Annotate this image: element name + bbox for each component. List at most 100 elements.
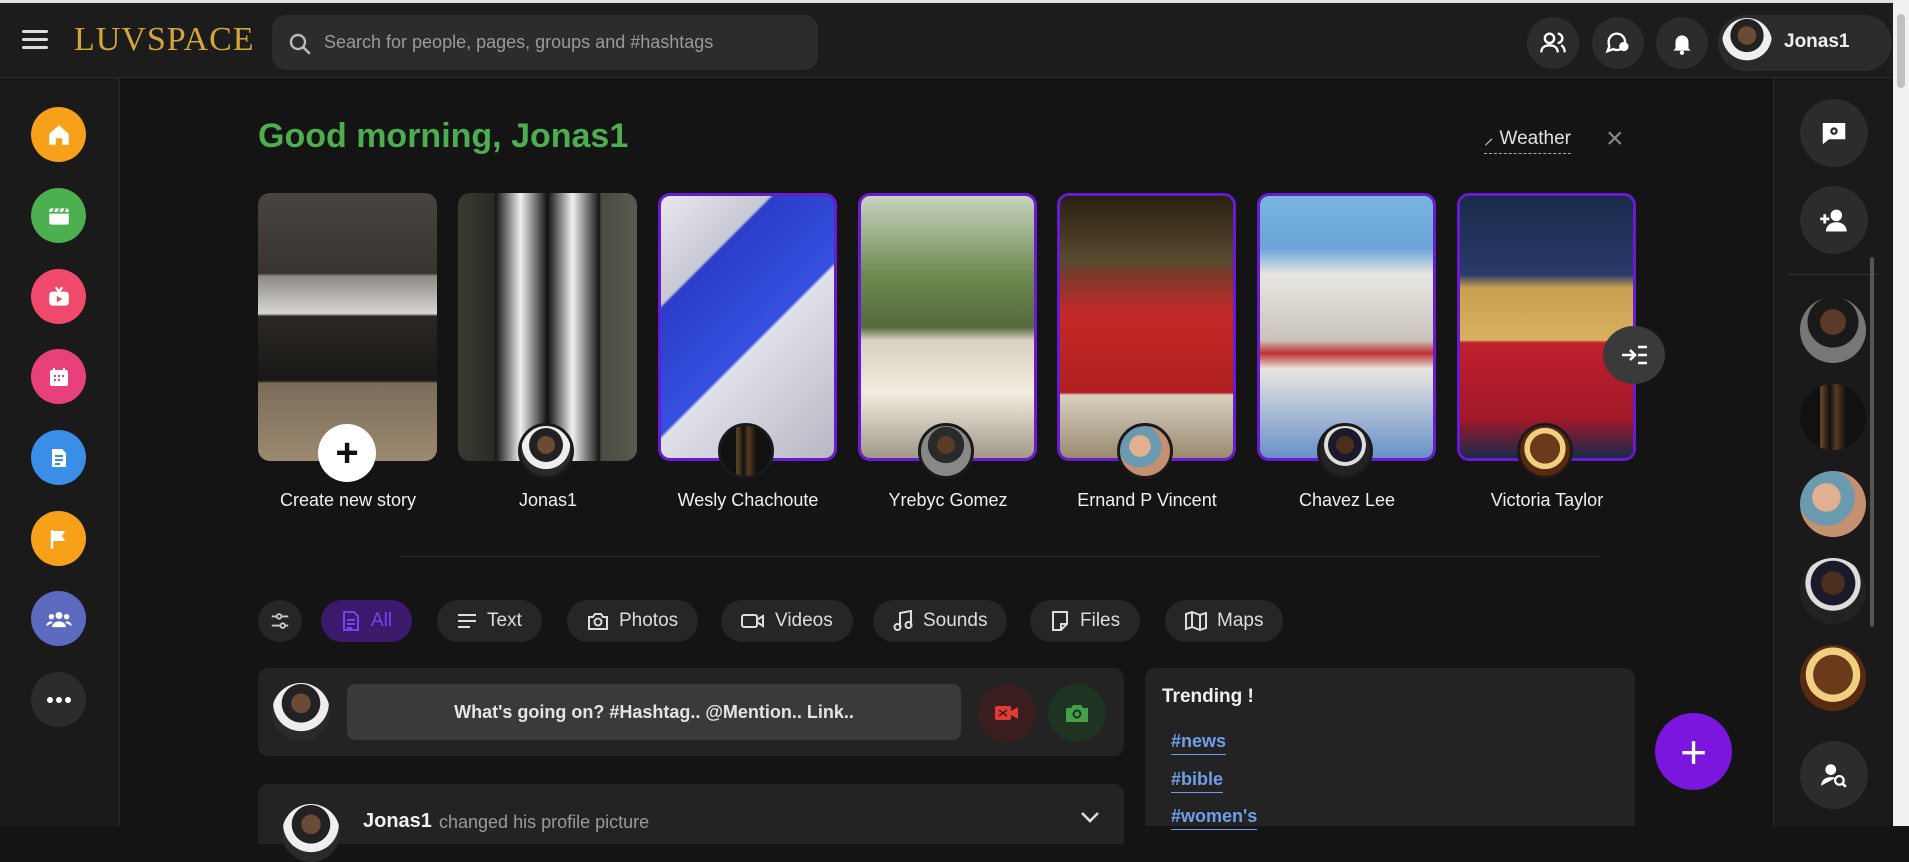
photo-button[interactable] xyxy=(1048,684,1106,742)
filter-settings-button[interactable] xyxy=(258,600,302,642)
story-card[interactable] xyxy=(1457,193,1636,461)
story-card[interactable] xyxy=(858,193,1037,461)
story-image xyxy=(861,196,1034,458)
arrow-right-icon xyxy=(1622,345,1647,365)
avatar xyxy=(1722,18,1772,68)
blog-icon[interactable] xyxy=(31,430,86,485)
story-card[interactable] xyxy=(1057,193,1236,461)
top-bar: LUVSPACE Jonas1 xyxy=(0,0,1909,78)
filter-label: Sounds xyxy=(923,610,988,631)
online-friend-avatar[interactable] xyxy=(1800,297,1866,363)
filter-maps[interactable]: Maps xyxy=(1165,600,1284,642)
story-card-create[interactable] xyxy=(258,193,437,461)
online-friend-avatar[interactable] xyxy=(1800,384,1866,450)
trending-tag[interactable]: #bible xyxy=(1171,769,1224,793)
online-friend-avatar[interactable] xyxy=(1800,558,1866,624)
story-image xyxy=(1260,196,1433,458)
username: Jonas1 xyxy=(1784,31,1850,52)
filter-label: All xyxy=(371,610,393,631)
divider xyxy=(400,556,1600,557)
avatar xyxy=(1117,423,1173,479)
calendar-icon[interactable] xyxy=(31,349,86,404)
sliders-icon xyxy=(271,613,289,629)
post-card: Jonas1 changed his profile picture xyxy=(258,784,1124,862)
filter-photos[interactable]: Photos xyxy=(567,600,699,642)
search-bar[interactable] xyxy=(272,15,818,70)
more-icon[interactable] xyxy=(31,672,86,727)
bell-icon[interactable] xyxy=(1656,17,1708,69)
camera-icon xyxy=(1066,705,1088,722)
map-icon xyxy=(1185,610,1207,632)
chevron-down-icon[interactable] xyxy=(1080,810,1100,824)
watch-icon[interactable] xyxy=(31,269,86,324)
search-icon xyxy=(289,33,311,55)
home-icon[interactable] xyxy=(31,107,86,162)
divider xyxy=(1788,274,1878,275)
live-video-button[interactable] xyxy=(978,684,1036,742)
document-icon xyxy=(343,611,359,631)
reels-icon[interactable] xyxy=(31,188,86,243)
add-friend-icon[interactable] xyxy=(1800,186,1868,254)
avatar xyxy=(718,423,774,479)
online-friend-avatar[interactable] xyxy=(1800,471,1866,537)
composer-input[interactable]: What's going on? #Hashtag.. @Mention.. L… xyxy=(347,684,961,740)
create-post-button[interactable]: + xyxy=(1655,713,1732,790)
next-stories-button[interactable] xyxy=(1603,326,1665,384)
filter-label: Videos xyxy=(775,610,833,631)
logo[interactable]: LUVSPACE xyxy=(74,21,255,59)
menu-icon[interactable] xyxy=(22,30,48,50)
flag-icon[interactable] xyxy=(31,511,86,566)
avatar xyxy=(518,423,574,479)
story-name: Wesly Chachoute xyxy=(677,490,819,510)
file-icon xyxy=(1052,611,1068,631)
weather-icon: ⸝ xyxy=(1484,128,1494,149)
chat-icon[interactable] xyxy=(1592,17,1644,69)
story-card[interactable] xyxy=(658,193,837,461)
trending-panel: Trending ! #news #bible #women's xyxy=(1145,668,1635,830)
filter-text[interactable]: Text xyxy=(437,600,542,642)
text-icon xyxy=(458,614,476,628)
post-action: changed his profile picture xyxy=(439,812,650,832)
post-author[interactable]: Jonas1 xyxy=(363,810,432,833)
scrollbar-thumb[interactable] xyxy=(1897,14,1905,88)
left-nav xyxy=(0,78,120,826)
filter-all[interactable]: All xyxy=(321,600,413,642)
filter-files[interactable]: Files xyxy=(1030,600,1141,642)
online-friend-avatar[interactable] xyxy=(1800,645,1866,711)
avatar xyxy=(1517,423,1573,479)
story-name: Create new story xyxy=(279,490,417,510)
page-scrollbar[interactable] xyxy=(1893,0,1909,826)
weather-toggle[interactable]: ⸝ Weather xyxy=(1484,124,1571,154)
create-story-button[interactable]: + xyxy=(318,424,376,482)
friends-icon[interactable] xyxy=(1527,17,1579,69)
filter-videos[interactable]: Videos xyxy=(721,600,853,642)
filter-label: Photos xyxy=(619,610,679,631)
trending-title: Trending ! xyxy=(1162,686,1254,707)
message-settings-icon[interactable] xyxy=(1800,99,1868,167)
story-name: Chavez Lee xyxy=(1298,490,1396,510)
story-image xyxy=(458,193,637,461)
search-input[interactable] xyxy=(324,15,804,70)
story-name: Yrebyc Gomez xyxy=(888,490,1008,510)
avatar xyxy=(282,804,340,862)
filter-label: Files xyxy=(1080,610,1121,631)
story-name: Victoria Taylor xyxy=(1490,490,1604,510)
groups-icon[interactable] xyxy=(31,591,86,646)
trending-tag[interactable]: #news xyxy=(1171,731,1227,755)
story-card[interactable] xyxy=(1257,193,1436,461)
avatar xyxy=(918,423,974,479)
story-card[interactable] xyxy=(458,193,637,461)
story-name: Jonas1 xyxy=(518,490,578,510)
filter-sounds[interactable]: Sounds xyxy=(873,600,1008,642)
trending-tag[interactable]: #women's xyxy=(1171,806,1258,830)
filter-label: Maps xyxy=(1217,610,1264,631)
user-menu[interactable]: Jonas1 xyxy=(1718,15,1892,71)
close-icon[interactable]: × xyxy=(1606,124,1624,154)
search-people-icon[interactable] xyxy=(1800,741,1868,809)
story-image xyxy=(258,193,437,461)
story-image xyxy=(661,196,834,458)
video-icon xyxy=(741,614,764,628)
story-name: Ernand P Vincent xyxy=(1077,490,1217,510)
sidebar-scrollbar[interactable] xyxy=(1870,257,1874,627)
music-icon xyxy=(893,610,913,631)
